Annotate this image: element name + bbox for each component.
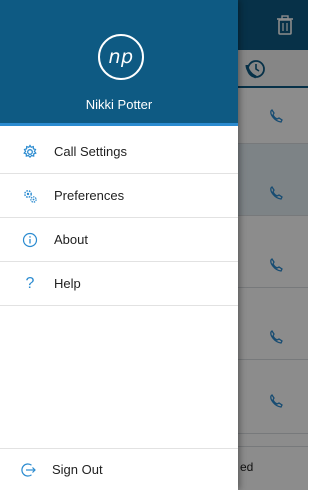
- menu-item-about[interactable]: About: [0, 218, 238, 262]
- menu-item-label: About: [54, 232, 88, 247]
- info-icon: [22, 232, 38, 248]
- avatar[interactable]: np: [98, 34, 144, 80]
- sign-out-icon: [20, 462, 36, 478]
- gear-icon: [22, 143, 38, 160]
- navigation-drawer: np Nikki Potter Call Settings Preference…: [0, 0, 238, 490]
- user-name: Nikki Potter: [85, 97, 153, 112]
- menu-item-label: Help: [54, 276, 81, 291]
- help-icon: ?: [25, 274, 35, 292]
- drawer-header: np Nikki Potter: [0, 0, 238, 126]
- menu-item-help[interactable]: ? Help: [0, 262, 238, 306]
- menu-item-label: Call Settings: [54, 144, 127, 159]
- sign-out-button[interactable]: Sign Out: [0, 448, 238, 490]
- menu-item-preferences[interactable]: Preferences: [0, 174, 238, 218]
- gears-icon: [22, 188, 38, 204]
- drawer-menu: Call Settings Preferences About ? Help: [0, 130, 238, 306]
- menu-item-call-settings[interactable]: Call Settings: [0, 130, 238, 174]
- menu-item-label: Preferences: [54, 188, 125, 203]
- sign-out-label: Sign Out: [52, 462, 103, 477]
